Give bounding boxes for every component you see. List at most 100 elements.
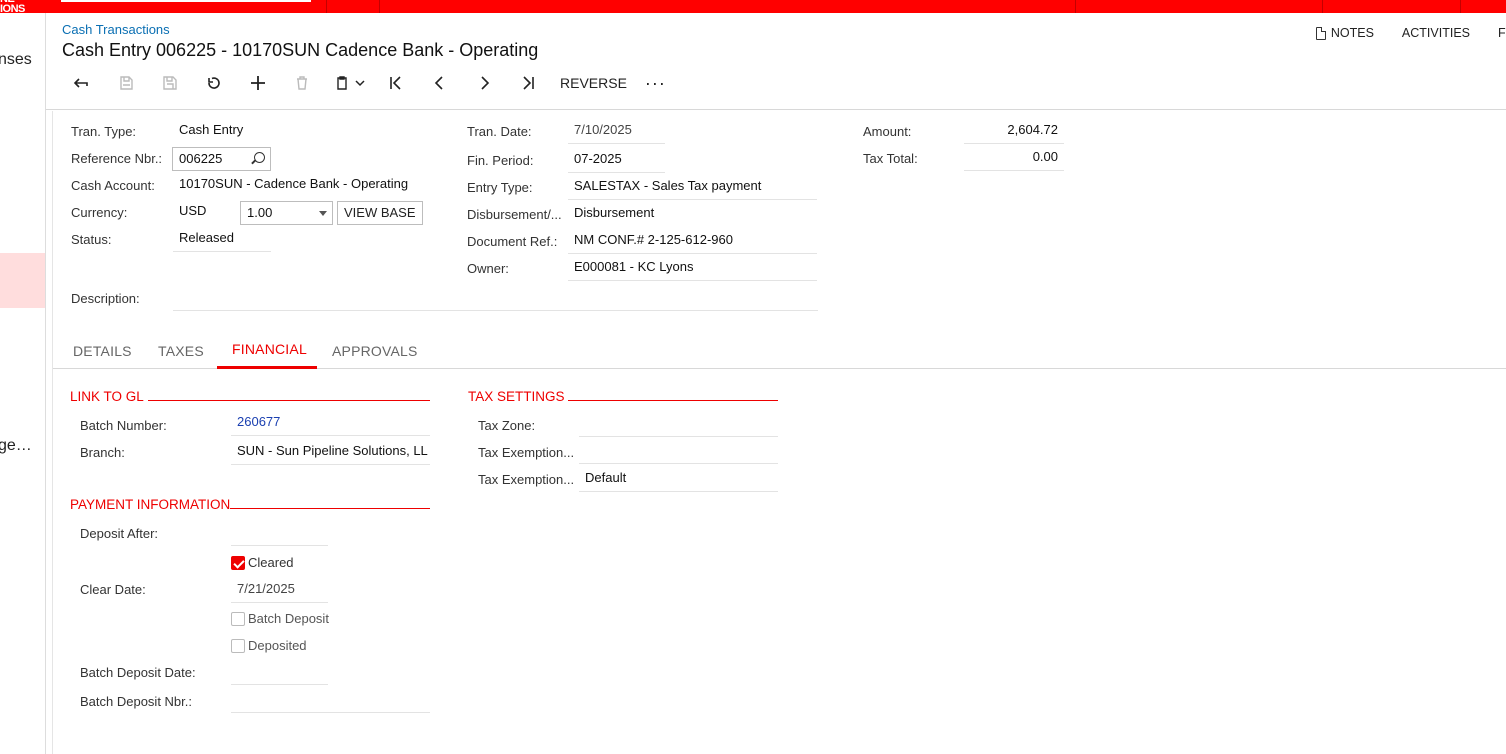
owner-value: E000081 - KC Lyons (568, 257, 817, 281)
notes-label: NOTES (1330, 26, 1374, 40)
tran-type-value: Cash Entry (179, 122, 244, 137)
note-icon (1315, 26, 1326, 40)
search-icon[interactable] (254, 152, 265, 163)
deposit-after-value (231, 522, 328, 546)
batch-deposit-label: Batch Deposit (248, 611, 329, 626)
deposited-label: Deposited (248, 638, 307, 653)
description-label: Description: (71, 291, 140, 306)
batch-deposit-date-label: Batch Deposit Date: (80, 665, 196, 680)
status-value: Released (173, 228, 271, 252)
disbursement-label: Disbursement/... (467, 207, 562, 222)
view-base-button[interactable]: VIEW BASE (337, 201, 423, 225)
document-form: Tran. Type: Cash Entry Reference Nbr.: 0… (52, 111, 1506, 754)
status-label: Status: (71, 232, 112, 247)
page-header: Cash Transactions Cash Entry 006225 - 10… (46, 13, 1506, 110)
tab-financial[interactable]: FINANCIAL (232, 341, 307, 357)
toolbar: REVERSE ··· (60, 71, 666, 95)
document-ref-value: NM CONF.# 2-125-612-960 (568, 230, 817, 254)
last-icon (523, 76, 534, 90)
dropdown-caret-icon (319, 211, 327, 216)
reference-nbr-input[interactable]: 006225 (172, 147, 271, 171)
batch-number-link[interactable]: 260677 (231, 412, 430, 436)
more-actions-button[interactable]: ··· (645, 73, 666, 94)
fin-period-value: 07-2025 (568, 149, 665, 173)
entry-type-label: Entry Type: (467, 180, 533, 195)
branch-value: SUN - Sun Pipeline Solutions, LL (231, 441, 430, 465)
save-close-button[interactable] (104, 71, 148, 95)
left-sidebar: nses ge… (0, 13, 46, 754)
back-button[interactable] (60, 71, 104, 95)
tab-approvals[interactable]: APPROVALS (332, 343, 418, 359)
cancel-button[interactable] (192, 71, 236, 95)
document-ref-label: Document Ref.: (467, 234, 558, 249)
batch-number-label: Batch Number: (80, 418, 167, 433)
batch-deposit-date-value (231, 661, 328, 685)
header-links: NOTES ACTIVITIES F (1315, 26, 1506, 40)
add-button[interactable] (236, 71, 280, 95)
amount-label: Amount: (863, 124, 912, 139)
previous-record-button[interactable] (418, 71, 462, 95)
last-record-button[interactable] (506, 71, 550, 95)
chevron-left-icon (434, 76, 443, 90)
currency-rate-select[interactable]: 1.00 (240, 201, 333, 225)
batch-deposit-checkbox[interactable] (231, 612, 245, 626)
tab-taxes[interactable]: TAXES (158, 343, 204, 359)
tax-total-label: Tax Total: (863, 151, 918, 166)
undo-icon (208, 77, 220, 89)
section-title-payment-information: PAYMENT INFORMATION (70, 497, 231, 512)
section-title-link-to-gl: LINK TO GL (70, 389, 144, 404)
batch-deposit-nbr-value (231, 689, 430, 713)
tab-details[interactable]: DETAILS (73, 343, 132, 359)
owner-label: Owner: (467, 261, 509, 276)
copy-paste-button[interactable] (324, 71, 374, 95)
cash-account-label: Cash Account: (71, 178, 155, 193)
reverse-button[interactable]: REVERSE (560, 75, 627, 91)
reference-nbr-label: Reference Nbr.: (71, 151, 163, 166)
trash-icon (297, 76, 307, 90)
tax-exemption-type-value: Default (579, 468, 778, 492)
tax-zone-value (579, 413, 778, 437)
company-logo[interactable]: NE IONS (0, 0, 25, 15)
sidebar-item-more[interactable]: ge… (0, 437, 32, 455)
first-icon (390, 76, 401, 90)
save-button[interactable] (148, 71, 192, 95)
section-divider (568, 400, 778, 401)
deposit-after-label: Deposit After: (80, 526, 159, 541)
tax-exemption-value (579, 440, 778, 464)
topbar-divider (1322, 0, 1323, 13)
next-record-button[interactable] (462, 71, 506, 95)
deposited-checkbox[interactable] (231, 639, 245, 653)
page-title: Cash Entry 006225 - 10170SUN Cadence Ban… (62, 40, 539, 60)
first-record-button[interactable] (374, 71, 418, 95)
currency-rate-value: 1.00 (247, 205, 273, 220)
clear-date-label: Clear Date: (80, 582, 146, 597)
cleared-checkbox[interactable] (231, 556, 245, 570)
topbar-divider (326, 0, 327, 13)
cleared-label: Cleared (248, 555, 294, 570)
disbursement-value: Disbursement (574, 205, 655, 220)
description-field[interactable] (173, 287, 818, 311)
clipboard-icon (337, 76, 347, 90)
tab-bar: DETAILS TAXES FINANCIAL APPROVALS (53, 333, 1506, 369)
section-divider (148, 400, 430, 401)
section-title-tax-settings: TAX SETTINGS (468, 389, 565, 404)
reference-nbr-value: 006225 (179, 151, 223, 166)
notes-button[interactable]: NOTES (1315, 26, 1374, 40)
fin-period-label: Fin. Period: (467, 153, 534, 168)
tran-date-value: 7/10/2025 (568, 120, 665, 144)
chevron-right-icon (481, 76, 490, 90)
breadcrumb[interactable]: Cash Transactions (62, 22, 170, 37)
activities-button[interactable]: ACTIVITIES (1402, 26, 1470, 40)
global-search-input[interactable] (61, 0, 311, 2)
sidebar-item-expenses[interactable]: nses (0, 51, 32, 69)
sidebar-item-active[interactable] (0, 253, 45, 308)
chevron-down-icon (355, 80, 365, 87)
active-tab-indicator (217, 366, 317, 369)
section-divider (230, 508, 430, 509)
topbar-divider (1075, 0, 1076, 13)
tran-type-label: Tran. Type: (71, 124, 137, 139)
tax-exemption-type-label: Tax Exemption... (478, 472, 575, 487)
clear-date-value: 7/21/2025 (231, 579, 328, 603)
delete-button[interactable] (280, 71, 324, 95)
files-button[interactable]: F (1498, 26, 1506, 40)
